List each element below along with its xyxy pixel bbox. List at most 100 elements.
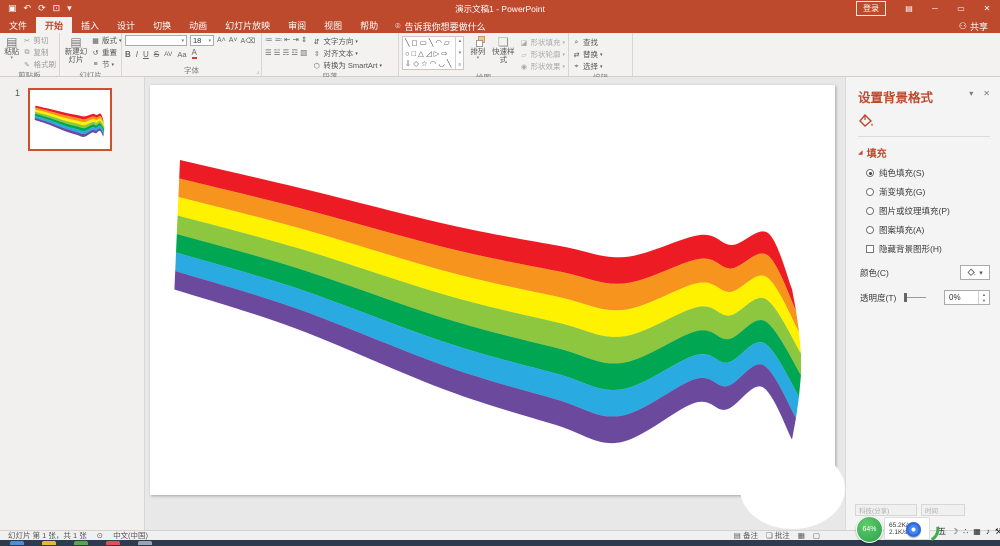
shape-effects-button[interactable]: ◉形状效果▾ <box>519 61 565 72</box>
tray-icon[interactable]: ♪ <box>986 527 990 536</box>
transparency-slider[interactable] <box>904 297 926 298</box>
section-button[interactable]: ≡节▾ <box>91 59 122 70</box>
cut-button[interactable]: ✂剪切 <box>23 35 57 46</box>
fill-option-0[interactable]: 纯色填充(S) <box>866 167 990 179</box>
grow-font-button[interactable]: A˄ <box>217 37 226 44</box>
transparency-spinner[interactable]: 0% ▲▼ <box>944 290 990 305</box>
clear-formatting-button[interactable]: A⌫ <box>241 37 256 45</box>
shape-fill-button[interactable]: ◪形状填充▾ <box>519 37 565 48</box>
tab-设计[interactable]: 设计 <box>108 17 144 33</box>
spin-down-icon[interactable]: ▼ <box>979 298 989 305</box>
paragraph-icons-row2[interactable]: ☰ ☱ ☴ ☲ ▥ <box>265 48 307 57</box>
paste-button[interactable]: ▤ 粘贴 ▾ <box>3 35 21 70</box>
share-button[interactable]: ⚇ 共享 <box>959 20 1000 33</box>
shape-outline-button[interactable]: ▱形状轮廓▾ <box>519 49 565 60</box>
windows-taskbar[interactable] <box>0 540 1000 546</box>
slide-thumbnail[interactable] <box>28 88 112 151</box>
font-name-combo[interactable]: ▾ <box>125 35 187 46</box>
radio-control[interactable] <box>866 207 874 215</box>
taskbar-app-icon[interactable] <box>106 541 120 545</box>
redo-icon[interactable]: ⟳ <box>38 3 46 14</box>
tab-切换[interactable]: 切换 <box>144 17 180 33</box>
tab-帮助[interactable]: 帮助 <box>351 17 387 33</box>
align-text-button[interactable]: ⇳对齐文本▾ <box>312 48 382 59</box>
close-button[interactable]: ✕ <box>974 0 1000 17</box>
strikethrough-button[interactable]: S <box>154 50 159 59</box>
select-button[interactable]: ⌖选择▾ <box>572 61 603 72</box>
pane-close-icon[interactable]: ✕ <box>983 89 990 98</box>
tab-视图[interactable]: 视图 <box>315 17 351 33</box>
shapes-row-1[interactable]: ╲◻▭╲◠▱ <box>405 38 453 47</box>
speed-ball-widget[interactable]: 64% <box>856 516 883 543</box>
slide[interactable] <box>150 85 835 495</box>
find-button[interactable]: ⌕查找 <box>572 37 603 48</box>
tray-icon[interactable]: ∴ <box>963 527 968 536</box>
fill-option-3[interactable]: 图案填充(A) <box>866 224 990 236</box>
format-painter-button[interactable]: ✎格式刷 <box>23 59 57 70</box>
normal-view-icon[interactable]: ▦ <box>798 531 805 540</box>
italic-button[interactable]: I <box>136 50 138 59</box>
slideshow-icon[interactable]: ⊡ <box>53 3 61 14</box>
minimize-button[interactable]: ─ <box>922 0 948 17</box>
color-picker-button[interactable]: ▾ <box>960 265 990 280</box>
rainbow-shape[interactable] <box>150 85 835 495</box>
tab-开始[interactable]: 开始 <box>36 17 72 33</box>
tab-插入[interactable]: 插入 <box>72 17 108 33</box>
undo-icon[interactable]: ↶ <box>24 3 32 14</box>
qat-more-icon[interactable]: ▾ <box>67 3 72 14</box>
shapes-gallery[interactable]: ╲◻▭╲◠▱ ○□△◿▷⇨ ⇩◇☆◠◡╲ ▴▾≡ <box>402 36 464 70</box>
shapes-row-2[interactable]: ○□△◿▷⇨ <box>405 49 453 58</box>
tab-审阅[interactable]: 审阅 <box>279 17 315 33</box>
checkbox-control[interactable] <box>866 245 874 253</box>
ribbon-options-icon[interactable]: ▤ <box>896 0 922 17</box>
fill-option-1[interactable]: 渐变填充(G) <box>866 186 990 198</box>
taskbar-app-icon[interactable] <box>138 541 152 545</box>
tab-动画[interactable]: 动画 <box>180 17 216 33</box>
save-icon[interactable]: ▣ <box>8 3 17 14</box>
radio-control[interactable] <box>866 226 874 234</box>
tell-me-box[interactable]: ⌾ 告诉我你想要做什么 <box>387 20 493 33</box>
taskbar-app-icon[interactable] <box>74 541 88 545</box>
shrink-font-button[interactable]: A˅ <box>229 37 238 44</box>
pane-dropdown-icon[interactable]: ▾ <box>969 89 973 98</box>
char-spacing-button[interactable]: AV <box>164 51 172 58</box>
underline-button[interactable]: U <box>143 50 149 59</box>
radio-control[interactable] <box>866 169 874 177</box>
tray-icon[interactable]: ☽ <box>951 527 958 536</box>
bold-button[interactable]: B <box>125 50 131 59</box>
browser-icon[interactable] <box>906 522 921 537</box>
fill-option-4[interactable]: 隐藏背景图形(H) <box>866 243 990 255</box>
new-slide-button[interactable]: ▤ 新建幻灯片 <box>63 35 89 70</box>
font-size-combo[interactable]: 18▾ <box>190 35 214 46</box>
tab-文件[interactable]: 文件 <box>0 17 36 33</box>
font-dialog-launcher[interactable]: ⌟ <box>256 68 259 75</box>
fill-bucket-icon[interactable] <box>858 114 990 130</box>
sign-in-button[interactable]: 登录 <box>856 1 886 16</box>
fill-option-2[interactable]: 图片或纹理填充(P) <box>866 205 990 217</box>
reset-button[interactable]: ↺重置 <box>91 47 122 58</box>
system-tray[interactable]: 五 ☽ ∴ ▦ ♪ ⚒ <box>938 524 998 538</box>
tray-icon[interactable]: ▦ <box>973 527 981 536</box>
tray-icon[interactable]: 五 <box>938 526 946 537</box>
arrange-button[interactable]: 排列 ▾ <box>468 35 487 72</box>
quick-styles-button[interactable]: ❏ 快速样式 <box>491 35 515 72</box>
tray-icon[interactable]: ⚒ <box>995 527 1000 536</box>
font-color-button[interactable]: A <box>192 49 197 59</box>
text-direction-button[interactable]: ⇵文字方向▾ <box>312 36 382 47</box>
radio-control[interactable] <box>866 188 874 196</box>
taskbar-app-icon[interactable] <box>10 541 24 545</box>
maximize-button[interactable]: ▭ <box>948 0 974 17</box>
shapes-gallery-scrollbar[interactable]: ▴▾≡ <box>455 37 463 69</box>
copy-button[interactable]: ⧉复制 <box>23 47 57 58</box>
tab-幻灯片放映[interactable]: 幻灯片放映 <box>216 17 279 33</box>
slide-sorter-view-icon[interactable]: ▢ <box>813 531 820 540</box>
transparency-slider-handle[interactable] <box>904 293 907 302</box>
change-case-button[interactable]: Aa <box>177 50 186 59</box>
shapes-row-3[interactable]: ⇩◇☆◠◡╲ <box>405 59 453 68</box>
taskbar-app-icon[interactable] <box>42 541 56 545</box>
smartart-button[interactable]: ⬡转换为 SmartArt▾ <box>312 60 382 71</box>
fill-section-header[interactable]: ◢ 填充 <box>858 145 990 160</box>
replace-button[interactable]: ⇄替换▾ <box>572 49 603 60</box>
layout-button[interactable]: ▦版式▾ <box>91 35 122 46</box>
paragraph-icons-row1[interactable]: ≔ ≕ ⇤ ⇥ ⇕ <box>265 35 307 44</box>
